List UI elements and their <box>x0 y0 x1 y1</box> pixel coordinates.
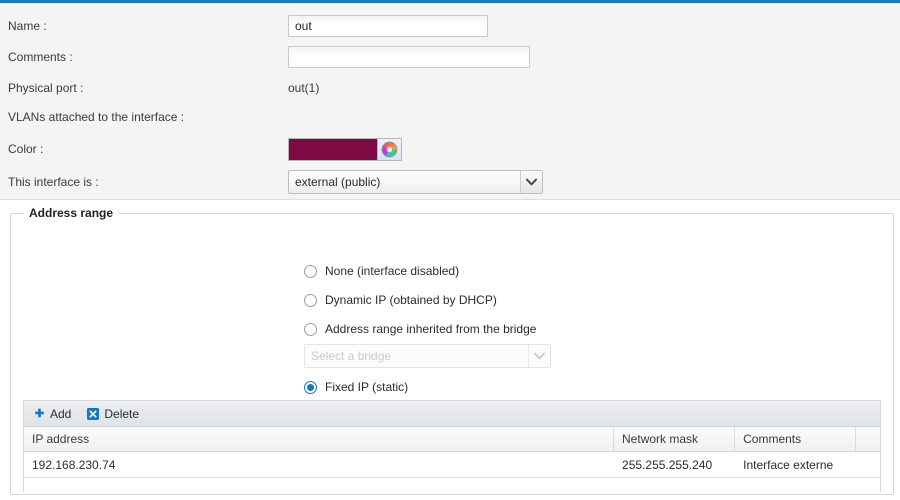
cell-ip-address[interactable]: 192.168.230.74 <box>24 452 614 477</box>
interface-configuration-page: Name : Comments : Physical port : out(1)… <box>0 0 900 500</box>
name-input[interactable] <box>288 15 488 37</box>
radio-option-fixed-ip[interactable]: Fixed IP (static) <box>304 374 408 400</box>
chevron-down-icon[interactable] <box>528 345 550 367</box>
grid-header-row: IP address Network mask Comments <box>24 427 880 452</box>
radio-label-none: None (interface disabled) <box>325 264 460 278</box>
ip-address-grid: Add Delete IP address Network mask Comme… <box>23 400 881 492</box>
grid-toolbar: Add Delete <box>24 401 880 427</box>
address-range-fieldset: Address range None (interface disabled) … <box>10 206 894 495</box>
field-row-vlans: VLANs attached to the interface : <box>0 103 900 131</box>
color-picker-widget[interactable] <box>288 138 402 161</box>
field-row-interface-type: This interface is : external (public) <box>0 168 900 196</box>
color-label: Color : <box>8 142 44 156</box>
bridge-select[interactable]: Select a bridge <box>304 344 551 368</box>
cell-network-mask[interactable]: 255.255.255.240 <box>614 452 735 477</box>
interface-type-selected-value: external (public) <box>295 175 381 189</box>
delete-button-label: Delete <box>104 406 140 421</box>
radio-label-inherited-bridge: Address range inherited from the bridge <box>325 322 537 336</box>
comments-label: Comments : <box>8 50 73 64</box>
plus-icon <box>34 408 45 419</box>
physical-port-value: out(1) <box>288 81 320 95</box>
name-label: Name : <box>8 19 47 33</box>
radio-label-dynamic-ip: Dynamic IP (obtained by DHCP) <box>325 293 497 307</box>
interface-type-select[interactable]: external (public) <box>288 170 543 194</box>
radio-option-inherited-bridge[interactable]: Address range inherited from the bridge <box>304 316 536 342</box>
table-row[interactable]: 192.168.230.74 255.255.255.240 Interface… <box>24 452 880 478</box>
radio-label-fixed-ip: Fixed IP (static) <box>325 380 409 394</box>
radio-option-dynamic-ip[interactable]: Dynamic IP (obtained by DHCP) <box>304 287 497 313</box>
interface-type-label: This interface is : <box>8 175 99 189</box>
radio-option-none[interactable]: None (interface disabled) <box>304 258 459 284</box>
delete-button[interactable]: Delete <box>87 407 139 421</box>
chevron-down-icon[interactable] <box>520 171 542 193</box>
column-header-comments[interactable]: Comments <box>735 427 857 451</box>
radio-indicator-none[interactable] <box>304 264 317 278</box>
comments-input[interactable] <box>288 46 530 68</box>
column-header-ip-address[interactable]: IP address <box>24 427 615 451</box>
vlans-label: VLANs attached to the interface : <box>8 110 185 124</box>
field-row-comments: Comments : <box>0 43 900 71</box>
cell-comments[interactable]: Interface externe <box>735 452 856 477</box>
column-header-network-mask[interactable]: Network mask <box>614 427 736 451</box>
color-wheel-icon[interactable] <box>378 139 401 160</box>
physical-port-label: Physical port : <box>8 81 84 95</box>
add-button-label: Add <box>50 406 72 421</box>
field-row-physical-port: Physical port : out(1) <box>0 74 900 102</box>
cell-overflow[interactable] <box>856 452 880 477</box>
field-row-name: Name : <box>0 12 900 40</box>
bridge-select-placeholder: Select a bridge <box>311 349 392 363</box>
add-button[interactable]: Add <box>34 407 71 421</box>
radio-indicator-fixed-ip[interactable] <box>304 380 317 394</box>
address-range-legend: Address range <box>23 206 120 220</box>
column-header-overflow[interactable] <box>856 427 880 451</box>
radio-indicator-dynamic-ip[interactable] <box>304 293 317 307</box>
color-swatch[interactable] <box>289 139 378 160</box>
interface-properties-panel: Name : Comments : Physical port : out(1)… <box>0 3 900 200</box>
delete-x-icon <box>87 407 100 420</box>
radio-indicator-inherited-bridge[interactable] <box>304 322 317 336</box>
field-row-color: Color : <box>0 135 900 163</box>
